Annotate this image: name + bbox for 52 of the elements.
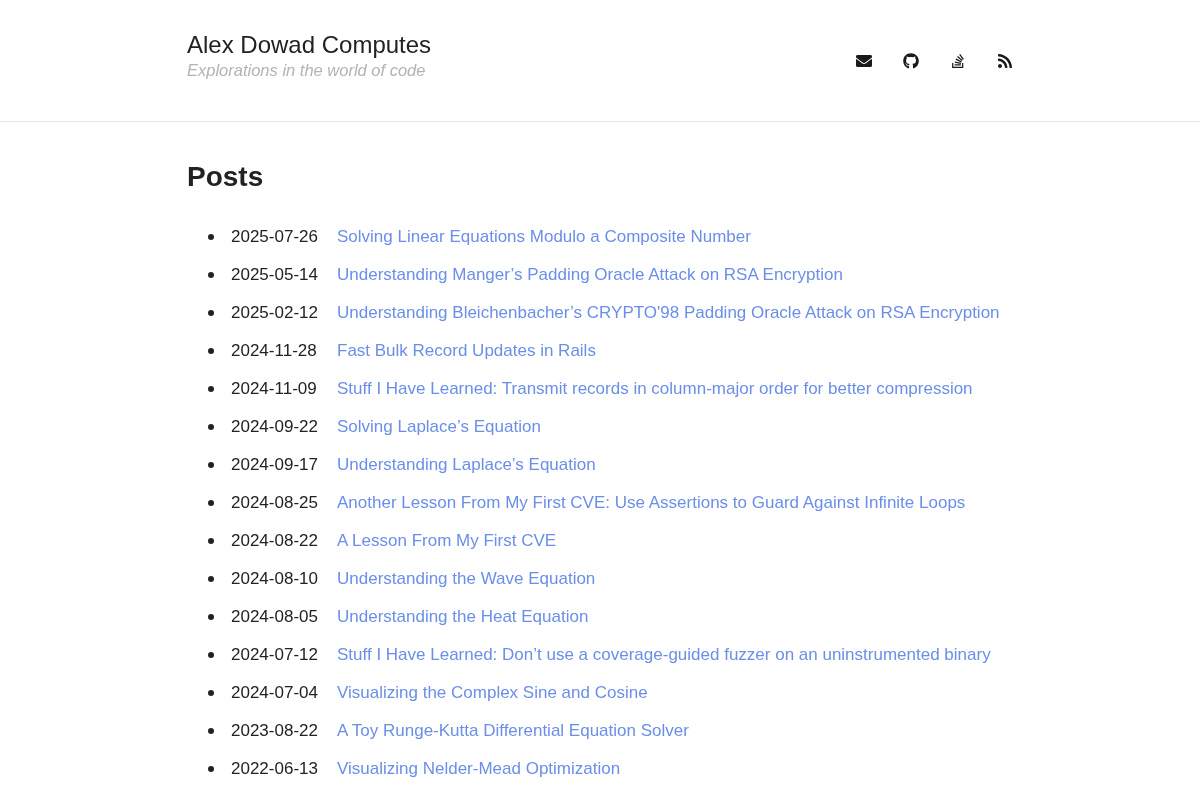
post-link[interactable]: A Toy Runge-Kutta Differential Equation Solver bbox=[337, 721, 689, 741]
post-link[interactable]: Visualizing Nelder-Mead Optimization bbox=[337, 759, 621, 779]
cat-silhouette-icon[interactable] bbox=[903, 52, 919, 69]
post-link[interactable]: A Lesson From My First CVE bbox=[337, 531, 557, 551]
post-link[interactable]: Another Lesson From My First CVE: Use Assertions to Guard Against Infinite Loops bbox=[337, 493, 966, 513]
post-date: 2025-07-26 bbox=[231, 227, 319, 247]
bullet-icon bbox=[208, 500, 214, 506]
bullet-icon bbox=[208, 234, 214, 240]
bullet-icon bbox=[208, 766, 214, 772]
bullet-icon bbox=[208, 424, 214, 430]
post-date: 2024-11-28 bbox=[231, 341, 318, 361]
post-date: 2024-08-22 bbox=[231, 531, 319, 551]
post-date: 2024-07-04 bbox=[231, 683, 319, 703]
post-date: 2025-05-14 bbox=[231, 265, 319, 285]
bullet-icon bbox=[208, 310, 214, 316]
post-date: 2024-07-12 bbox=[231, 645, 319, 665]
post-date: 2024-09-17 bbox=[231, 455, 319, 475]
post-link[interactable]: Visualizing the Complex Sine and Cosine bbox=[337, 683, 648, 703]
post-date: 2025-02-12 bbox=[231, 303, 319, 323]
bullet-icon bbox=[208, 614, 214, 620]
stacked-tray-icon[interactable] bbox=[950, 52, 966, 69]
post-date: 2024-08-25 bbox=[231, 493, 319, 513]
post-link[interactable]: Understanding Manger’s Padding Oracle Attack on RSA Encryption bbox=[337, 265, 843, 285]
posts-heading: Posts bbox=[187, 160, 265, 194]
post-link[interactable]: Solving Laplace’s Equation bbox=[337, 417, 541, 437]
envelope-icon[interactable] bbox=[856, 52, 872, 69]
bullet-icon bbox=[208, 462, 214, 468]
bullet-icon bbox=[208, 272, 214, 278]
post-date: 2024-08-05 bbox=[231, 607, 319, 627]
post-date: 2022-06-13 bbox=[231, 759, 319, 779]
bullet-icon bbox=[208, 728, 214, 734]
post-link[interactable]: Stuff I Have Learned: Don’t use a coverage-guided fuzzer on an uninstrumented binary bbox=[337, 645, 991, 665]
site-tagline: Explorations in the world of code bbox=[187, 59, 427, 81]
post-link[interactable]: Understanding Laplace’s Equation bbox=[337, 455, 596, 475]
post-date: 2024-09-22 bbox=[231, 417, 319, 437]
post-link[interactable]: Understanding the Wave Equation bbox=[337, 569, 596, 589]
post-link[interactable]: Stuff I Have Learned: Transmit records in column-major order for better compression bbox=[337, 379, 973, 399]
post-link[interactable]: Solving Linear Equations Modulo a Composite Number bbox=[337, 227, 751, 247]
rss-icon[interactable] bbox=[997, 52, 1013, 69]
bullet-icon bbox=[208, 538, 214, 544]
post-date: 2023-08-22 bbox=[231, 721, 319, 741]
bullet-icon bbox=[208, 348, 214, 354]
bullet-icon bbox=[208, 690, 214, 696]
bullet-icon bbox=[208, 576, 214, 582]
site-title[interactable]: Alex Dowad Computes bbox=[187, 30, 432, 59]
bullet-icon bbox=[208, 652, 214, 658]
post-date: 2024-08-10 bbox=[231, 569, 319, 589]
bullet-icon bbox=[208, 386, 214, 392]
post-link[interactable]: Understanding the Heat Equation bbox=[337, 607, 589, 627]
post-link[interactable]: Understanding Bleichenbacher’s CRYPTO'98 Padding Oracle Attack on RSA Encryption bbox=[337, 303, 1000, 323]
post-date: 2024-11-09 bbox=[231, 379, 318, 399]
post-link[interactable]: Fast Bulk Record Updates in Rails bbox=[337, 341, 596, 361]
